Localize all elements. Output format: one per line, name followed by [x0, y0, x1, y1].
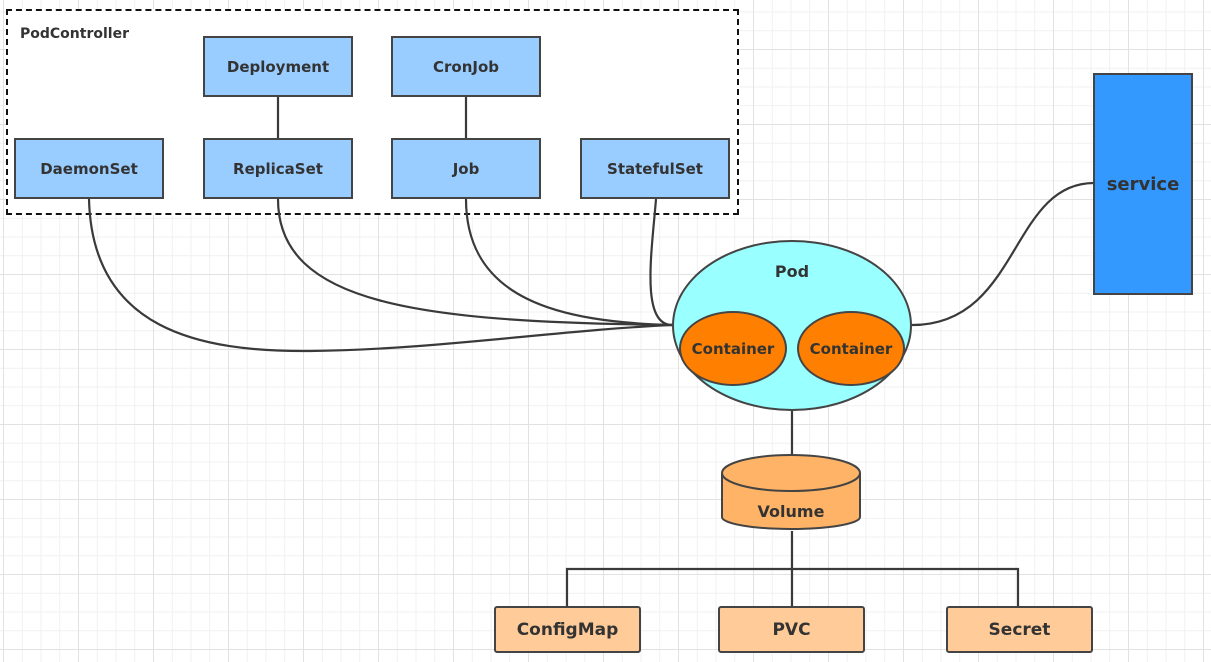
pod-controller-label: PodController: [20, 26, 129, 42]
service-node[interactable]: service: [1093, 73, 1193, 295]
cronjob-label: CronJob: [432, 57, 499, 76]
deployment-label: Deployment: [226, 57, 330, 76]
job-label: Job: [452, 159, 480, 178]
edge-pod-service: [911, 181, 1095, 327]
service-label: service: [1106, 173, 1180, 195]
edge-volume-configmap: [565, 567, 792, 606]
volume-label: Volume: [757, 502, 825, 521]
pvc-label: PVC: [772, 619, 811, 640]
edge-volume-secret: [792, 567, 1020, 606]
edge-daemonset-pod: [87, 198, 673, 353]
container-node[interactable]: Container: [797, 311, 905, 386]
replicaset-label: ReplicaSet: [233, 159, 323, 178]
configmap-label: ConfigMap: [516, 619, 619, 640]
container-label: Container: [691, 339, 775, 358]
replicaset-node[interactable]: ReplicaSet: [203, 138, 353, 199]
pvc-node[interactable]: PVC: [718, 606, 865, 653]
edge-statefulset-pod: [649, 198, 673, 327]
job-node[interactable]: Job: [391, 138, 541, 199]
edge-replicaset-pod: [276, 198, 673, 327]
daemonset-node[interactable]: DaemonSet: [14, 138, 164, 199]
deployment-node[interactable]: Deployment: [203, 36, 353, 97]
secret-node[interactable]: Secret: [946, 606, 1093, 653]
edge-job-pod: [464, 198, 673, 327]
volume-top: [721, 454, 861, 492]
secret-label: Secret: [988, 619, 1051, 640]
configmap-node[interactable]: ConfigMap: [494, 606, 641, 653]
pod-label: Pod: [774, 262, 810, 281]
container-label: Container: [809, 339, 893, 358]
statefulset-node[interactable]: StatefulSet: [580, 138, 730, 199]
cronjob-node[interactable]: CronJob: [391, 36, 541, 97]
daemonset-label: DaemonSet: [40, 159, 138, 178]
container-node[interactable]: Container: [679, 311, 787, 386]
statefulset-label: StatefulSet: [607, 159, 703, 178]
